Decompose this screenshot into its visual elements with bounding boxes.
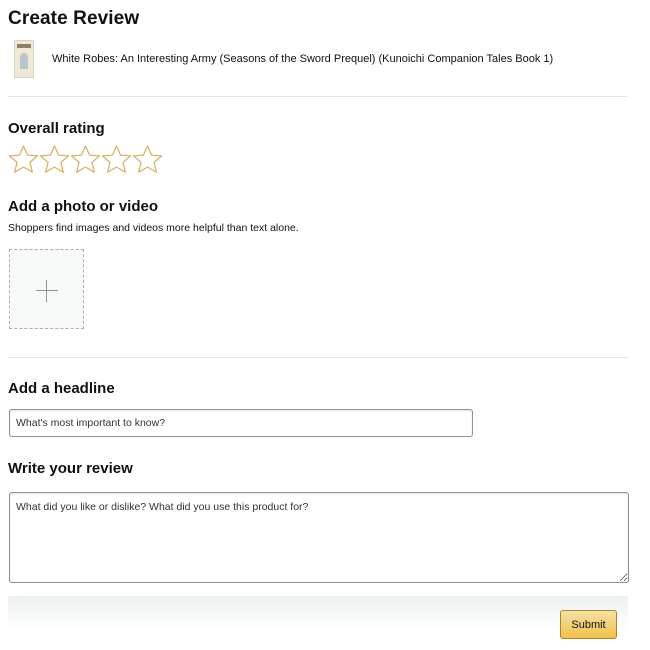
review-heading: Write your review — [8, 460, 133, 477]
rating-heading: Overall rating — [8, 120, 105, 137]
star-rating — [8, 144, 163, 175]
divider — [8, 96, 628, 97]
headline-input[interactable] — [9, 409, 473, 437]
media-heading: Add a photo or video — [8, 198, 158, 215]
divider — [8, 357, 628, 358]
product-thumbnail — [14, 40, 34, 78]
star-3-icon[interactable] — [70, 144, 101, 175]
submit-button[interactable]: Submit — [560, 610, 617, 639]
headline-heading: Add a headline — [8, 380, 115, 397]
form-footer: Submit — [8, 596, 628, 650]
product-title: White Robes: An Interesting Army (Season… — [52, 53, 554, 65]
create-review-page: Create Review White Robes: An Interestin… — [0, 0, 650, 650]
star-4-icon[interactable] — [101, 144, 132, 175]
add-media-button[interactable] — [9, 249, 84, 329]
product-summary: White Robes: An Interesting Army (Season… — [14, 40, 553, 78]
star-1-icon[interactable] — [8, 144, 39, 175]
star-5-icon[interactable] — [132, 144, 163, 175]
review-textarea[interactable] — [9, 492, 629, 583]
star-2-icon[interactable] — [39, 144, 70, 175]
media-subtext: Shoppers find images and videos more hel… — [8, 222, 299, 234]
page-title: Create Review — [8, 8, 140, 29]
